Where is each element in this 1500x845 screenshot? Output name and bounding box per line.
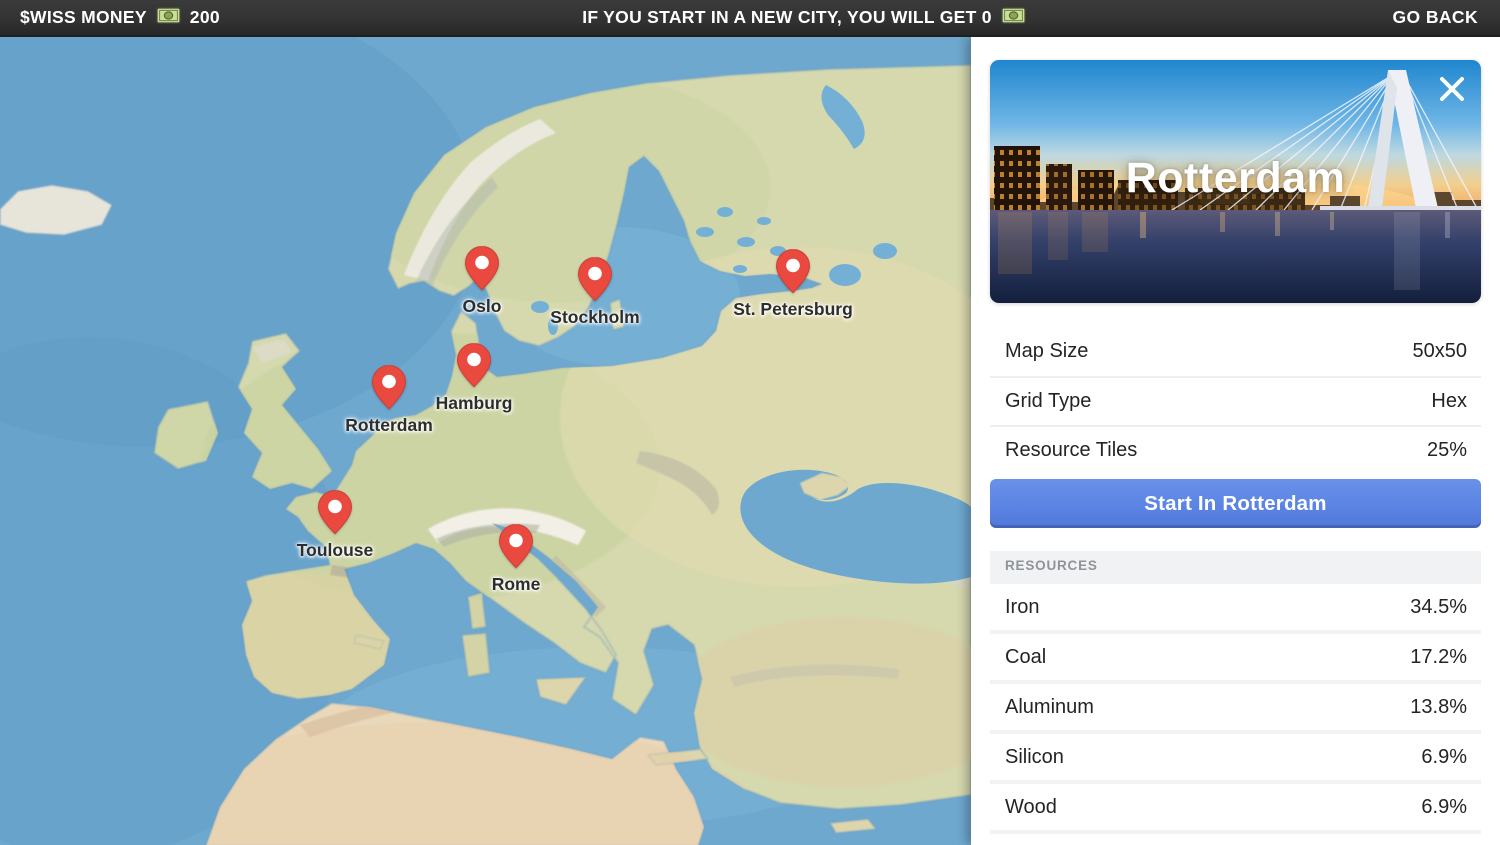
resource-value: 34.5% [1410, 596, 1467, 619]
map-marker-icon [316, 489, 354, 537]
resources-section: RESOURCES Iron 34.5% Coal 17.2% Aluminum… [990, 551, 1481, 845]
topbar-message-text: IF YOU START IN A NEW CITY, YOU WILL GET… [582, 7, 992, 28]
city-pin-label: Toulouse [297, 540, 373, 561]
go-back-button[interactable]: GO BACK [1393, 7, 1478, 28]
table-row: Resource Tiles 25% [990, 425, 1481, 474]
start-in-city-button[interactable]: Start In Rotterdam [990, 479, 1481, 528]
map-marker-icon [774, 248, 812, 296]
table-row: Iron 34.5% [990, 584, 1481, 630]
city-panel: Rotterdam Map Size 50x50 Grid Type Hex R… [971, 37, 1500, 845]
table-row: Wood 6.9% [990, 784, 1481, 830]
topbar-message: IF YOU START IN A NEW CITY, YOU WILL GET… [582, 7, 1026, 29]
city-image-card: Rotterdam [990, 60, 1481, 303]
city-pin-label: Rome [492, 574, 541, 595]
resource-value: 6.9% [1421, 746, 1467, 769]
city-pin-label: Hamburg [436, 393, 513, 414]
map-marker-icon [463, 245, 501, 293]
money-counter: $WISS MONEY 200 [0, 7, 527, 29]
map[interactable]: Oslo Stockholm St. Petersburg Hamburg Ro… [0, 37, 971, 845]
game-screen: $WISS MONEY 200 IF YOU START IN A NEW CI… [0, 0, 1500, 845]
city-pin-label: St. Petersburg [733, 299, 853, 320]
map-pins: Oslo Stockholm St. Petersburg Hamburg Ro… [0, 37, 971, 845]
resource-value: 13.8% [1410, 696, 1467, 719]
map-marker-icon [370, 364, 408, 412]
money-icon [1001, 7, 1026, 29]
money-value: 200 [190, 7, 220, 28]
resource-label: Aluminum [1005, 696, 1094, 719]
table-row: Grid Type Hex [990, 376, 1481, 425]
resource-value: 17.2% [1410, 646, 1467, 669]
stat-value: 25% [1427, 439, 1467, 462]
city-name-title: Rotterdam [990, 154, 1481, 203]
map-marker-icon [455, 342, 493, 390]
resource-label: Coal [1005, 646, 1046, 669]
close-button[interactable] [1436, 74, 1468, 106]
stats-table: Map Size 50x50 Grid Type Hex Resource Ti… [990, 327, 1481, 474]
table-row: Map Size 50x50 [990, 327, 1481, 376]
city-pin-label: Stockholm [550, 307, 639, 328]
map-marker-icon [497, 523, 535, 571]
table-row: Coal 17.2% [990, 634, 1481, 680]
table-row: Silicon 6.9% [990, 734, 1481, 780]
resource-label: Silicon [1005, 746, 1064, 769]
city-pin-label: Oslo [463, 296, 502, 317]
money-icon [156, 7, 181, 29]
stat-value: Hex [1431, 390, 1467, 413]
stat-value: 50x50 [1413, 340, 1468, 363]
resource-label: Iron [1005, 596, 1039, 619]
stat-label: Resource Tiles [1005, 439, 1137, 462]
map-marker-icon [576, 256, 614, 304]
city-pin-label: Rotterdam [345, 415, 433, 436]
stat-label: Map Size [1005, 340, 1088, 363]
table-row: Aluminum 13.8% [990, 684, 1481, 730]
table-row-partial [990, 834, 1481, 845]
resource-value: 6.9% [1421, 796, 1467, 819]
close-icon [1437, 92, 1467, 107]
resource-label: Wood [1005, 796, 1057, 819]
topbar: $WISS MONEY 200 IF YOU START IN A NEW CI… [0, 0, 1500, 37]
stat-label: Grid Type [1005, 390, 1091, 413]
resources-header: RESOURCES [990, 551, 1481, 580]
money-label: $WISS MONEY [20, 7, 147, 28]
